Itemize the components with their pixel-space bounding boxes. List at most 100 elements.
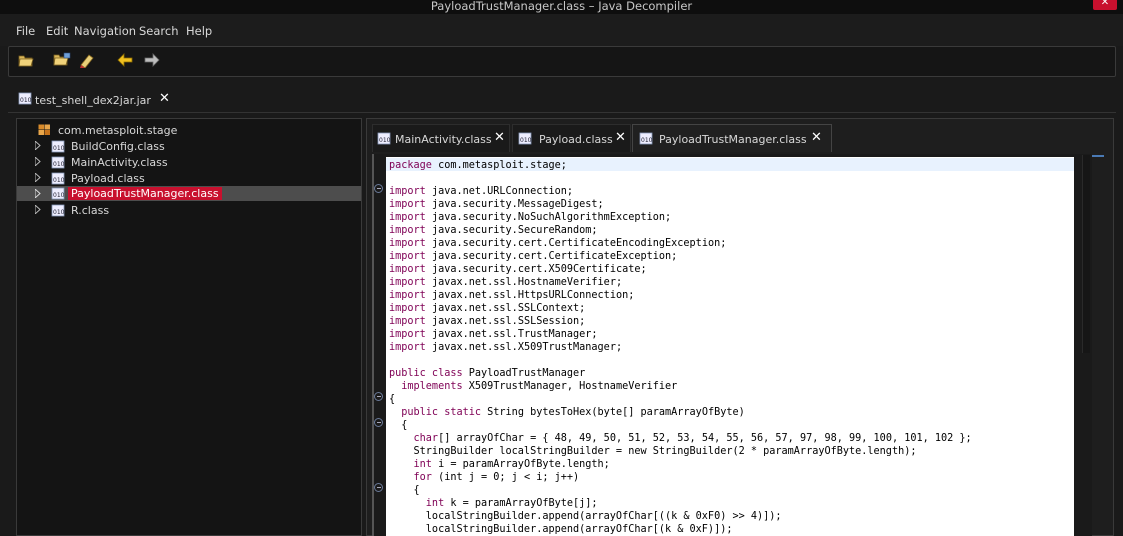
class-file-icon: 010 bbox=[639, 132, 653, 145]
tree-item-label: PayloadTrustManager.class bbox=[68, 187, 222, 200]
code-line: import javax.net.ssl.X509TrustManager; bbox=[389, 341, 622, 354]
tree-item-buildconfig[interactable]: 010 BuildConfig.class bbox=[17, 139, 361, 154]
code-line: localStringBuilder.append(arrayOfChar[(k… bbox=[389, 523, 733, 536]
svg-text:010: 010 bbox=[53, 209, 65, 216]
tab-close-button[interactable]: ✕ bbox=[615, 130, 626, 145]
code-line: package com.metasploit.stage; bbox=[389, 159, 567, 172]
tab-payloadtrustmanager[interactable]: 010 PayloadTrustManager.class ✕ bbox=[632, 124, 832, 152]
code-text: localStringBuilder.append(arrayOfChar[(k… bbox=[389, 524, 733, 535]
open-file-icon[interactable] bbox=[17, 52, 37, 70]
tree-item-r[interactable]: 010 R.class bbox=[17, 203, 361, 218]
svg-text:010: 010 bbox=[53, 145, 65, 152]
open-folder-icon[interactable] bbox=[52, 52, 72, 70]
code-line: import java.security.SecureRandom; bbox=[389, 224, 598, 237]
class-file-icon: 010 bbox=[51, 140, 65, 153]
svg-text:010: 010 bbox=[520, 137, 532, 144]
tree-item-mainactivity[interactable]: 010 MainActivity.class bbox=[17, 155, 361, 170]
code-line: import java.security.cert.CertificateExc… bbox=[389, 250, 677, 263]
svg-text:010: 010 bbox=[53, 161, 65, 168]
tab-close-button[interactable]: ✕ bbox=[811, 130, 822, 145]
code-keyword: int bbox=[389, 459, 432, 470]
code-keyword: import bbox=[389, 316, 426, 327]
class-file-icon: 010 bbox=[518, 132, 532, 145]
code-line: implements X509TrustManager, HostnameVer… bbox=[389, 380, 677, 393]
collapse-arrow-icon[interactable] bbox=[35, 141, 41, 150]
jar-tab-label: test_shell_dex2jar.jar bbox=[35, 94, 151, 107]
code-text: javax.net.ssl.SSLSession; bbox=[425, 316, 586, 327]
code-line: import java.security.cert.X509Certificat… bbox=[389, 263, 647, 276]
code-line: public class PayloadTrustManager bbox=[389, 367, 585, 380]
jar-tab-close-button[interactable]: ✕ bbox=[159, 91, 170, 106]
code-line: import java.net.URLConnection; bbox=[389, 185, 573, 198]
code-text: String bytesToHex(byte[] paramArrayOfByt… bbox=[481, 407, 745, 418]
code-text: java.security.cert.CertificateEncodingEx… bbox=[425, 238, 727, 249]
code-text: (int j = 0; j < i; j++) bbox=[431, 472, 580, 483]
code-keyword: import bbox=[389, 264, 426, 275]
code-text: javax.net.ssl.X509TrustManager; bbox=[425, 342, 623, 353]
tab-payload[interactable]: 010 Payload.class ✕ bbox=[512, 124, 631, 152]
code-line: import java.security.MessageDigest; bbox=[389, 198, 604, 211]
collapse-arrow-icon[interactable] bbox=[35, 157, 41, 166]
tab-close-button[interactable]: ✕ bbox=[494, 130, 505, 145]
fold-toggle-icon[interactable] bbox=[374, 418, 383, 427]
svg-text:010: 010 bbox=[53, 192, 65, 199]
fold-toggle-icon[interactable] bbox=[374, 483, 383, 492]
fold-gutter bbox=[372, 157, 384, 536]
tree-package-node[interactable]: com.metasploit.stage bbox=[17, 123, 361, 138]
code-keyword: import bbox=[389, 342, 426, 353]
code-line: for (int j = 0; j < i; j++) bbox=[389, 471, 580, 484]
tree-item-payload[interactable]: 010 Payload.class bbox=[17, 171, 361, 186]
code-keyword: public class bbox=[389, 368, 463, 379]
vertical-scrollbar[interactable] bbox=[1078, 154, 1092, 536]
code-line: { bbox=[389, 484, 420, 497]
class-file-icon: 010 bbox=[51, 172, 65, 185]
code-line: { bbox=[389, 419, 407, 432]
code-line: public static String bytesToHex(byte[] p… bbox=[389, 406, 745, 419]
code-text: javax.net.ssl.HttpsURLConnection; bbox=[425, 290, 635, 301]
forward-arrow-icon[interactable] bbox=[143, 52, 163, 70]
code-text: java.net.URLConnection; bbox=[425, 186, 574, 197]
code-keyword: import bbox=[389, 303, 426, 314]
clear-icon[interactable] bbox=[78, 52, 98, 70]
menu-file[interactable]: File bbox=[16, 24, 35, 38]
code-keyword: import bbox=[389, 290, 426, 301]
class-file-icon: 010 bbox=[51, 156, 65, 169]
tab-mainactivity[interactable]: 010 MainActivity.class ✕ bbox=[372, 124, 510, 152]
window-close-button[interactable]: ✕ bbox=[1093, 0, 1117, 10]
tree-package-label: com.metasploit.stage bbox=[58, 124, 178, 137]
title-bar: PayloadTrustManager.class – Java Decompi… bbox=[0, 0, 1123, 14]
code-text: { bbox=[389, 420, 408, 431]
tree-item-payloadtrustmanager[interactable]: 010 PayloadTrustManager.class bbox=[17, 186, 361, 201]
code-text: { bbox=[389, 485, 420, 496]
code-line: import javax.net.ssl.SSLContext; bbox=[389, 302, 585, 315]
code-text: PayloadTrustManager bbox=[462, 368, 586, 379]
code-text: { bbox=[389, 394, 396, 405]
menu-help[interactable]: Help bbox=[186, 24, 212, 38]
code-line: int i = paramArrayOfByte.length; bbox=[389, 458, 610, 471]
jar-file-icon: 010 bbox=[18, 92, 32, 105]
svg-text:010: 010 bbox=[641, 137, 653, 144]
fold-toggle-icon[interactable] bbox=[374, 392, 383, 401]
code-text: [] arrayOfChar = { 48, 49, 50, 51, 52, 5… bbox=[438, 433, 972, 444]
collapse-arrow-icon[interactable] bbox=[35, 205, 41, 214]
menu-edit[interactable]: Edit bbox=[46, 24, 68, 38]
menu-search[interactable]: Search bbox=[139, 24, 179, 38]
code-text: java.security.NoSuchAlgorithmException; bbox=[425, 212, 672, 223]
class-file-icon: 010 bbox=[51, 187, 65, 200]
class-tree: com.metasploit.stage 010 BuildConfig.cla… bbox=[16, 118, 362, 536]
code-view[interactable]: package com.metasploit.stage; import java… bbox=[386, 157, 1074, 536]
code-text: k = paramArrayOfByte[j]; bbox=[444, 498, 598, 509]
code-keyword: import bbox=[389, 329, 426, 340]
collapse-arrow-icon[interactable] bbox=[35, 173, 41, 182]
scrollbar-thumb[interactable] bbox=[1082, 155, 1090, 353]
menu-navigation[interactable]: Navigation bbox=[74, 24, 136, 38]
fold-toggle-icon[interactable] bbox=[374, 184, 383, 193]
code-text: X509TrustManager, HostnameVerifier bbox=[462, 381, 678, 392]
toolbar bbox=[8, 46, 1116, 77]
tab-divider bbox=[8, 112, 1116, 113]
window-title: PayloadTrustManager.class – Java Decompi… bbox=[430, 0, 693, 13]
tab-label: MainActivity.class bbox=[395, 133, 492, 146]
code-keyword: import bbox=[389, 225, 426, 236]
back-arrow-icon[interactable] bbox=[116, 52, 136, 70]
collapse-arrow-icon[interactable] bbox=[35, 189, 41, 198]
